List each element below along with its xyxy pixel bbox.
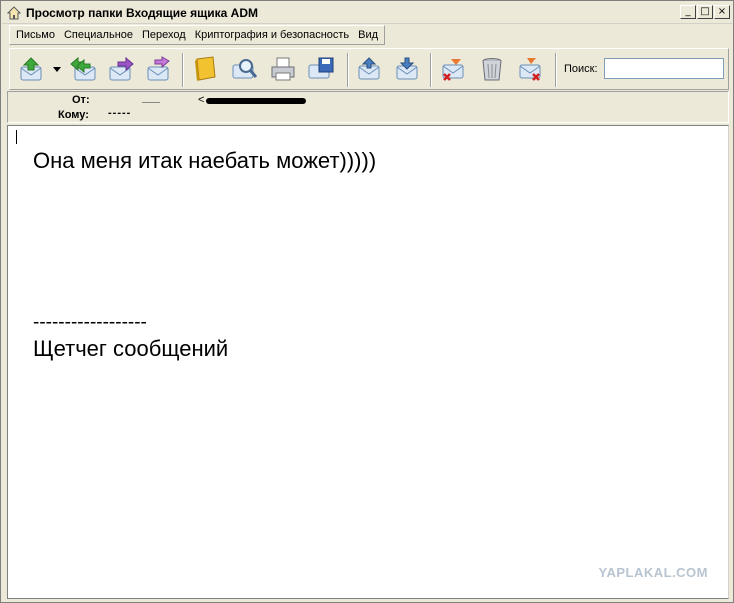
toolbar-separator (430, 53, 432, 87)
forward-icon (109, 56, 134, 81)
from-value[interactable]: < (198, 94, 204, 106)
window-title: Просмотр папки Входящие ящика ADM (26, 5, 259, 20)
find-button[interactable] (230, 54, 260, 84)
menu-bar: Письмо Специальное Переход Криптография … (9, 25, 385, 45)
previous-message-icon (358, 57, 380, 80)
junk-icon (519, 58, 541, 81)
to-value[interactable]: ----- (108, 107, 131, 119)
close-button[interactable]: × (714, 5, 730, 19)
address-book-button[interactable] (190, 54, 220, 84)
previous-message-button[interactable] (354, 54, 384, 84)
trash-icon (482, 58, 502, 81)
forward-button[interactable] (106, 54, 136, 84)
delete-message-button[interactable] (438, 54, 468, 84)
delete-message-icon (442, 59, 464, 81)
get-mail-icon (20, 57, 42, 81)
menu-crypto-security[interactable]: Криптография и безопасность (195, 29, 349, 41)
title-bar[interactable]: Просмотр папки Входящие ящика ADM _ □ × (2, 2, 732, 24)
window-controls: _ □ × (680, 5, 730, 19)
trash-button[interactable] (477, 54, 507, 84)
toolbar-separator (347, 53, 349, 87)
folder-window-icon (6, 5, 22, 21)
chevron-down-icon[interactable] (53, 67, 61, 73)
search-input[interactable] (604, 58, 724, 79)
save-button[interactable] (306, 54, 336, 84)
next-message-button[interactable] (392, 54, 422, 84)
junk-button[interactable] (515, 54, 545, 84)
menu-special[interactable]: Специальное (64, 29, 133, 41)
toolbar-separator (555, 53, 557, 87)
toolbar: Поиск: (9, 48, 729, 90)
redacted-sender (206, 98, 306, 104)
message-header: От: < Кому: ----- (7, 91, 729, 123)
menu-go[interactable]: Переход (142, 29, 186, 41)
message-body[interactable]: Она меня итак наебать может))))) -------… (7, 125, 729, 599)
signature-separator: ------------------ (33, 312, 147, 333)
print-button[interactable] (268, 54, 298, 84)
maximize-button[interactable]: □ (697, 5, 713, 19)
reply-all-button[interactable] (68, 54, 98, 84)
menu-view[interactable]: Вид (358, 29, 378, 41)
text-caret (16, 130, 17, 144)
mail-viewer-window: Просмотр папки Входящие ящика ADM _ □ × … (0, 0, 734, 603)
minimize-button[interactable]: _ (680, 5, 696, 19)
address-book-icon (195, 56, 216, 81)
print-icon (271, 57, 295, 81)
from-label: От: (72, 94, 90, 106)
watermark: YAPLAKAL.COM (598, 565, 708, 580)
find-icon (232, 59, 258, 79)
message-text: Она меня итак наебать может))))) (33, 148, 377, 173)
redirect-button[interactable] (144, 54, 174, 84)
to-label: Кому: (58, 109, 89, 121)
signature-text: Щетчег сообщений (33, 336, 229, 361)
redacted-sender-name (142, 102, 160, 103)
redirect-icon (147, 56, 170, 81)
next-message-icon (396, 57, 418, 80)
save-icon (308, 57, 334, 79)
reply-all-icon (70, 56, 96, 81)
search-label: Поиск: (564, 63, 598, 75)
get-mail-button[interactable] (16, 54, 46, 84)
toolbar-separator (182, 53, 184, 87)
menu-message[interactable]: Письмо (16, 29, 55, 41)
